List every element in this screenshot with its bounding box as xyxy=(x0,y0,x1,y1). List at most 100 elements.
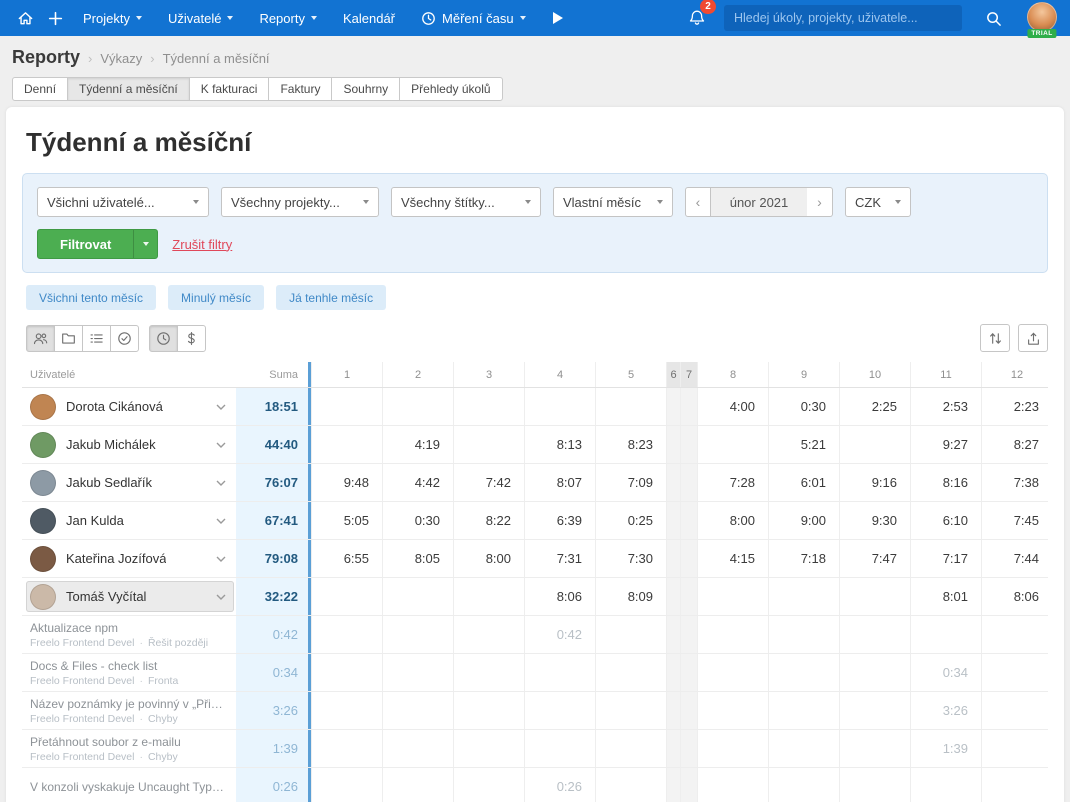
chevron-down-icon[interactable] xyxy=(216,442,226,448)
task-row[interactable]: Přetáhnout soubor z e-mailu Freelo Front… xyxy=(22,730,1048,768)
clock-display-button[interactable] xyxy=(149,325,178,352)
currency-select[interactable]: CZK xyxy=(845,187,911,217)
list-group-button[interactable] xyxy=(82,325,111,352)
day-cell xyxy=(595,730,666,767)
suma-cell: 1:39 xyxy=(236,730,308,767)
task-status[interactable]: Chyby xyxy=(148,751,178,763)
day-cell xyxy=(697,616,768,653)
user-cell[interactable]: Tomáš Vyčítal xyxy=(22,578,236,615)
folder-icon xyxy=(61,331,76,346)
user-cell[interactable]: Jakub Michálek xyxy=(22,426,236,463)
home-icon xyxy=(17,10,34,27)
tab-souhrny[interactable]: Souhrny xyxy=(331,77,400,101)
filter-select-vsechny-stitky[interactable]: Všechny štítky... xyxy=(391,187,541,217)
task-status[interactable]: Fronta xyxy=(148,675,178,687)
quick-filter-minuly-mesic[interactable]: Minulý měsíc xyxy=(168,285,264,310)
tab-tydenni-a-mesicni[interactable]: Týdenní a měsíční xyxy=(67,77,190,101)
task-title[interactable]: Aktualizace npm xyxy=(30,621,228,635)
user-row[interactable]: Jakub Michálek 44:40 4:198:138:235:219:2… xyxy=(22,426,1048,464)
nav-item-uzivatele[interactable]: Uživatelé xyxy=(155,0,246,36)
task-title[interactable]: Docs & Files - check list xyxy=(30,659,228,673)
tab-prehledy-ukolu[interactable]: Přehledy úkolů xyxy=(399,77,502,101)
users-group-button[interactable] xyxy=(26,325,55,352)
day-cell xyxy=(839,768,910,802)
chevron-down-icon[interactable] xyxy=(216,556,226,562)
breadcrumb-item[interactable]: Výkazy xyxy=(88,51,142,66)
sort-button[interactable] xyxy=(980,324,1010,352)
check-group-button[interactable] xyxy=(110,325,139,352)
day-cell xyxy=(453,768,524,802)
filter-select-vsechny-projekty[interactable]: Všechny projekty... xyxy=(221,187,379,217)
notifications-button[interactable]: 2 xyxy=(686,6,708,30)
chevron-down-icon[interactable] xyxy=(216,518,226,524)
task-status[interactable]: Řešit později xyxy=(148,637,208,649)
dollar-display-button[interactable] xyxy=(177,325,206,352)
user-cell[interactable]: Jan Kulda xyxy=(22,502,236,539)
task-cell[interactable]: V konzoli vyskakuje Uncaught TypeEr... xyxy=(22,768,236,802)
tab-k-fakturaci[interactable]: K fakturaci xyxy=(189,77,270,101)
chevron-down-icon[interactable] xyxy=(216,594,226,600)
reset-filters-link[interactable]: Zrušit filtry xyxy=(172,237,232,252)
user-cell[interactable]: Dorota Cikánová xyxy=(22,388,236,425)
chevron-down-icon[interactable] xyxy=(216,404,226,410)
nav-item-kalendar[interactable]: Kalendář xyxy=(330,0,408,36)
user-menu[interactable]: TRIAL xyxy=(1024,0,1060,36)
tab-faktury[interactable]: Faktury xyxy=(268,77,332,101)
task-title[interactable]: Přetáhnout soubor z e-mailu xyxy=(30,735,228,749)
task-row[interactable]: Docs & Files - check list Freelo Fronten… xyxy=(22,654,1048,692)
user-cell[interactable]: Kateřina Jozífová xyxy=(22,540,236,577)
play-timer-button[interactable] xyxy=(543,0,573,36)
task-title[interactable]: Název poznámky je povinný v „Přidat ... xyxy=(30,697,228,711)
chevron-down-icon[interactable] xyxy=(216,480,226,486)
day-cell: 7:44 xyxy=(981,540,1048,577)
nav-item-reporty[interactable]: Reporty xyxy=(246,0,330,36)
add-button[interactable] xyxy=(40,0,70,36)
day-cell xyxy=(697,578,768,615)
prev-month-button[interactable]: ‹ xyxy=(685,187,711,217)
search-button[interactable] xyxy=(978,0,1008,36)
filter-split-caret[interactable] xyxy=(133,230,157,258)
user-row[interactable]: Dorota Cikánová 18:51 4:000:302:252:532:… xyxy=(22,388,1048,426)
task-row[interactable]: V konzoli vyskakuje Uncaught TypeEr... 0… xyxy=(22,768,1048,802)
folder-group-button[interactable] xyxy=(54,325,83,352)
export-button[interactable] xyxy=(1018,324,1048,352)
quick-filter-ja-tenhle-mesic[interactable]: Já tenhle měsíc xyxy=(276,285,386,310)
task-status[interactable]: Chyby xyxy=(148,713,178,725)
day-cell: 8:22 xyxy=(453,502,524,539)
user-row[interactable]: Jakub Sedlařík 76:07 9:484:427:428:077:0… xyxy=(22,464,1048,502)
user-cell[interactable]: Jakub Sedlařík xyxy=(22,464,236,501)
filter-select-vlastni-mesic[interactable]: Vlastní měsíc xyxy=(553,187,673,217)
filter-select-vsichni-uzivatele[interactable]: Všichni uživatelé... xyxy=(37,187,209,217)
day-cell: 9:00 xyxy=(768,502,839,539)
task-project[interactable]: Freelo Frontend Devel xyxy=(30,713,134,725)
filter-apply-button[interactable]: Filtrovat xyxy=(37,229,158,259)
meta-separator xyxy=(139,675,143,687)
user-row[interactable]: Kateřina Jozífová 79:08 6:558:058:007:31… xyxy=(22,540,1048,578)
nav-item-mereni-casu[interactable]: Měření času xyxy=(408,0,539,36)
user-row[interactable]: Jan Kulda 67:41 5:050:308:226:390:258:00… xyxy=(22,502,1048,540)
task-row[interactable]: Název poznámky je povinný v „Přidat ... … xyxy=(22,692,1048,730)
quick-filter-vsichni-tento-mesic[interactable]: Všichni tento měsíc xyxy=(26,285,156,310)
task-project[interactable]: Freelo Frontend Devel xyxy=(30,637,134,649)
task-project[interactable]: Freelo Frontend Devel xyxy=(30,751,134,763)
search-input[interactable]: Hledej úkoly, projekty, uživatele... xyxy=(724,5,962,31)
day-cell: 7:45 xyxy=(981,502,1048,539)
task-cell[interactable]: Aktualizace npm Freelo Frontend Devel Řeš… xyxy=(22,616,236,653)
task-row[interactable]: Aktualizace npm Freelo Frontend Devel Řeš… xyxy=(22,616,1048,654)
day-cell xyxy=(382,692,453,729)
user-name: Jakub Michálek xyxy=(66,437,156,452)
user-row[interactable]: Tomáš Vyčítal 32:22 8:068:098:018:06 xyxy=(22,578,1048,616)
task-cell[interactable]: Přetáhnout soubor z e-mailu Freelo Front… xyxy=(22,730,236,767)
day-cell: 8:27 xyxy=(981,426,1048,463)
nav-item-projekty[interactable]: Projekty xyxy=(70,0,155,36)
day-cell: 4:15 xyxy=(697,540,768,577)
home-button[interactable] xyxy=(10,0,40,36)
tab-denni[interactable]: Denní xyxy=(12,77,68,101)
next-month-button[interactable]: › xyxy=(807,187,833,217)
task-cell[interactable]: Docs & Files - check list Freelo Fronten… xyxy=(22,654,236,691)
month-navigator: ‹ únor 2021 › xyxy=(685,187,833,217)
task-cell[interactable]: Název poznámky je povinný v „Přidat ... … xyxy=(22,692,236,729)
task-project[interactable]: Freelo Frontend Devel xyxy=(30,675,134,687)
task-title[interactable]: V konzoli vyskakuje Uncaught TypeEr... xyxy=(30,780,228,794)
breadcrumb-root[interactable]: Reporty xyxy=(12,47,80,68)
